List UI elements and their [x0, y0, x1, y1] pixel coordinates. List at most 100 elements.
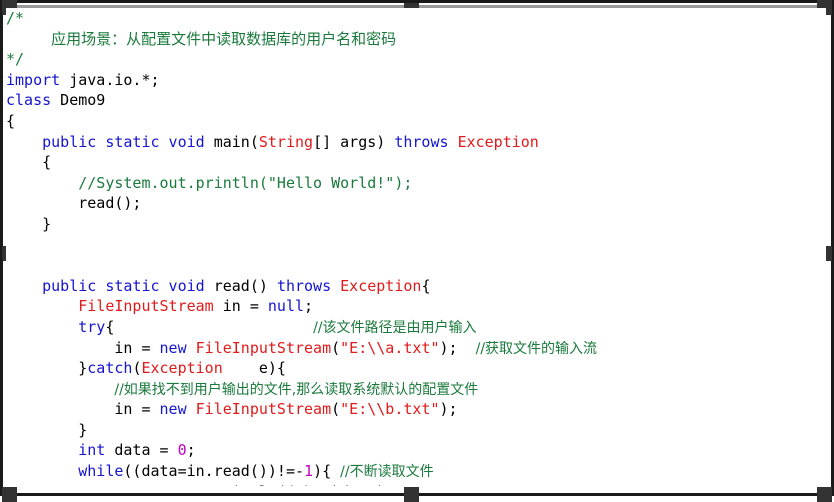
code-token-plain: );	[439, 338, 476, 357]
code-line: read();	[6, 193, 826, 214]
code-line: //如果找不到用户输出的文件,那么读取系统默认的配置文件	[6, 379, 826, 400]
code-token-plain: ((data=in.read())!=-	[123, 462, 305, 481]
code-line: public static void main(String[] args) t…	[6, 132, 826, 153]
code-token-plain: main(	[204, 132, 259, 151]
code-token-cjk-cmt: //该文件路径是由用户输入	[313, 319, 477, 336]
code-token-type: Exception	[457, 132, 539, 151]
code-line: public static void read() throws Excepti…	[6, 276, 826, 297]
code-token-cmt: /*	[6, 9, 25, 27]
code-token-cmt: //System.out.println("Hello World!");	[78, 173, 413, 192]
handle-bottom-left[interactable]	[2, 487, 17, 502]
code-token-kw: int	[78, 441, 106, 460]
code-token-plain: }	[6, 420, 88, 439]
code-line: while((data=in.read())!=-1){ //不断读取文件	[6, 461, 826, 482]
code-token-plain: java.io.*;	[60, 70, 160, 89]
code-token-plain: in =	[213, 297, 268, 316]
code-token-cjk-cmt: //不断读取文件	[340, 464, 434, 481]
code-token-type: System	[114, 483, 168, 486]
handle-bottom-middle[interactable]	[404, 487, 419, 502]
code-line: FileInputStream in = null;	[6, 296, 826, 317]
code-token-kw: new	[159, 400, 187, 419]
code-token-type: FileInputStream	[195, 400, 332, 419]
code-token-plain: }	[6, 359, 88, 378]
code-token-kw: try	[78, 317, 106, 336]
code-line: */	[6, 49, 826, 70]
code-token-type: Exception	[340, 276, 422, 295]
code-line: try{ //该文件路径是由用户输入	[6, 317, 826, 338]
code-token-plain: in =	[6, 338, 160, 357]
code-token-cmt: */	[6, 50, 25, 69]
code-token-plain: ;	[186, 441, 196, 460]
code-token-plain: {	[105, 317, 314, 336]
code-token-plain: {	[6, 111, 16, 130]
code-token-kw: public static void	[42, 132, 205, 151]
code-token-plain: Demo9	[51, 91, 106, 110]
code-token-num: 0	[177, 441, 187, 460]
code-token-kw: import	[6, 70, 61, 89]
code-token-kw: throws	[394, 132, 449, 151]
code-token-plain: )data);	[331, 483, 394, 486]
code-token-cjk-cmt: //如果找不到用户输出的文件,那么读取系统默认的配置文件	[114, 381, 479, 398]
code-token-plain: read();	[6, 194, 142, 213]
code-line: 应用场景：从配置文件中读取数据库的用户名和密码	[6, 29, 826, 50]
code-token-kw: null	[267, 297, 305, 316]
code-token-plain: [] args)	[313, 132, 395, 151]
code-token-plain: }	[6, 214, 52, 233]
code-token-plain: {	[6, 153, 52, 172]
code-line: in = new FileInputStream("E:\\b.txt");	[6, 399, 826, 420]
code-token-plain: {	[421, 276, 431, 295]
code-line: }catch(Exception e){	[6, 358, 826, 379]
code-token-plain: (	[331, 400, 341, 419]
code-token-plain: data =	[105, 441, 178, 460]
code-token-str: "E:\\a.txt"	[340, 338, 440, 357]
code-line: {	[6, 152, 826, 173]
code-token-plain: (	[331, 338, 341, 357]
code-token-plain: .out.println((	[169, 483, 295, 486]
code-line: class Demo9	[6, 90, 826, 111]
code-line: import java.io.*;	[6, 70, 826, 91]
code-token-kw: throws	[276, 276, 332, 295]
code-token-plain: e){	[222, 359, 286, 378]
code-token-kw: class	[6, 91, 52, 110]
code-token-kw: catch	[87, 359, 133, 378]
code-line: }	[6, 214, 826, 235]
code-token-kw: new	[159, 338, 187, 357]
code-token-kw: char	[295, 483, 331, 486]
code-token-kw: public static void	[42, 276, 205, 295]
code-token-num: 1	[304, 462, 314, 481]
handle-bottom-right[interactable]	[817, 487, 832, 502]
code-line: {	[6, 111, 826, 132]
code-token-plain: ;	[304, 297, 314, 316]
code-token-kw: while	[78, 462, 124, 481]
code-token-type: Exception	[141, 359, 223, 378]
code-line: //System.out.println("Hello World!");	[6, 173, 826, 194]
code-token-plain: read()	[204, 276, 277, 295]
code-token-type: FileInputStream	[78, 297, 214, 316]
code-line: /*	[6, 8, 826, 29]
code-line: }	[6, 420, 826, 441]
code-token-plain: in =	[6, 400, 160, 419]
code-token-plain: ){	[313, 462, 341, 481]
code-listing[interactable]: /* 应用场景：从配置文件中读取数据库的用户名和密码 */import java.…	[6, 8, 826, 486]
code-line: in = new FileInputStream("E:\\a.txt"); /…	[6, 338, 826, 359]
code-token-plain: );	[439, 400, 458, 419]
code-line: int data = 0;	[6, 440, 826, 461]
code-token-cjk-cmt: //获取文件的输入流	[475, 340, 598, 357]
code-line: System.out.println((char)data);	[6, 482, 826, 486]
code-token-type: String	[258, 132, 314, 151]
